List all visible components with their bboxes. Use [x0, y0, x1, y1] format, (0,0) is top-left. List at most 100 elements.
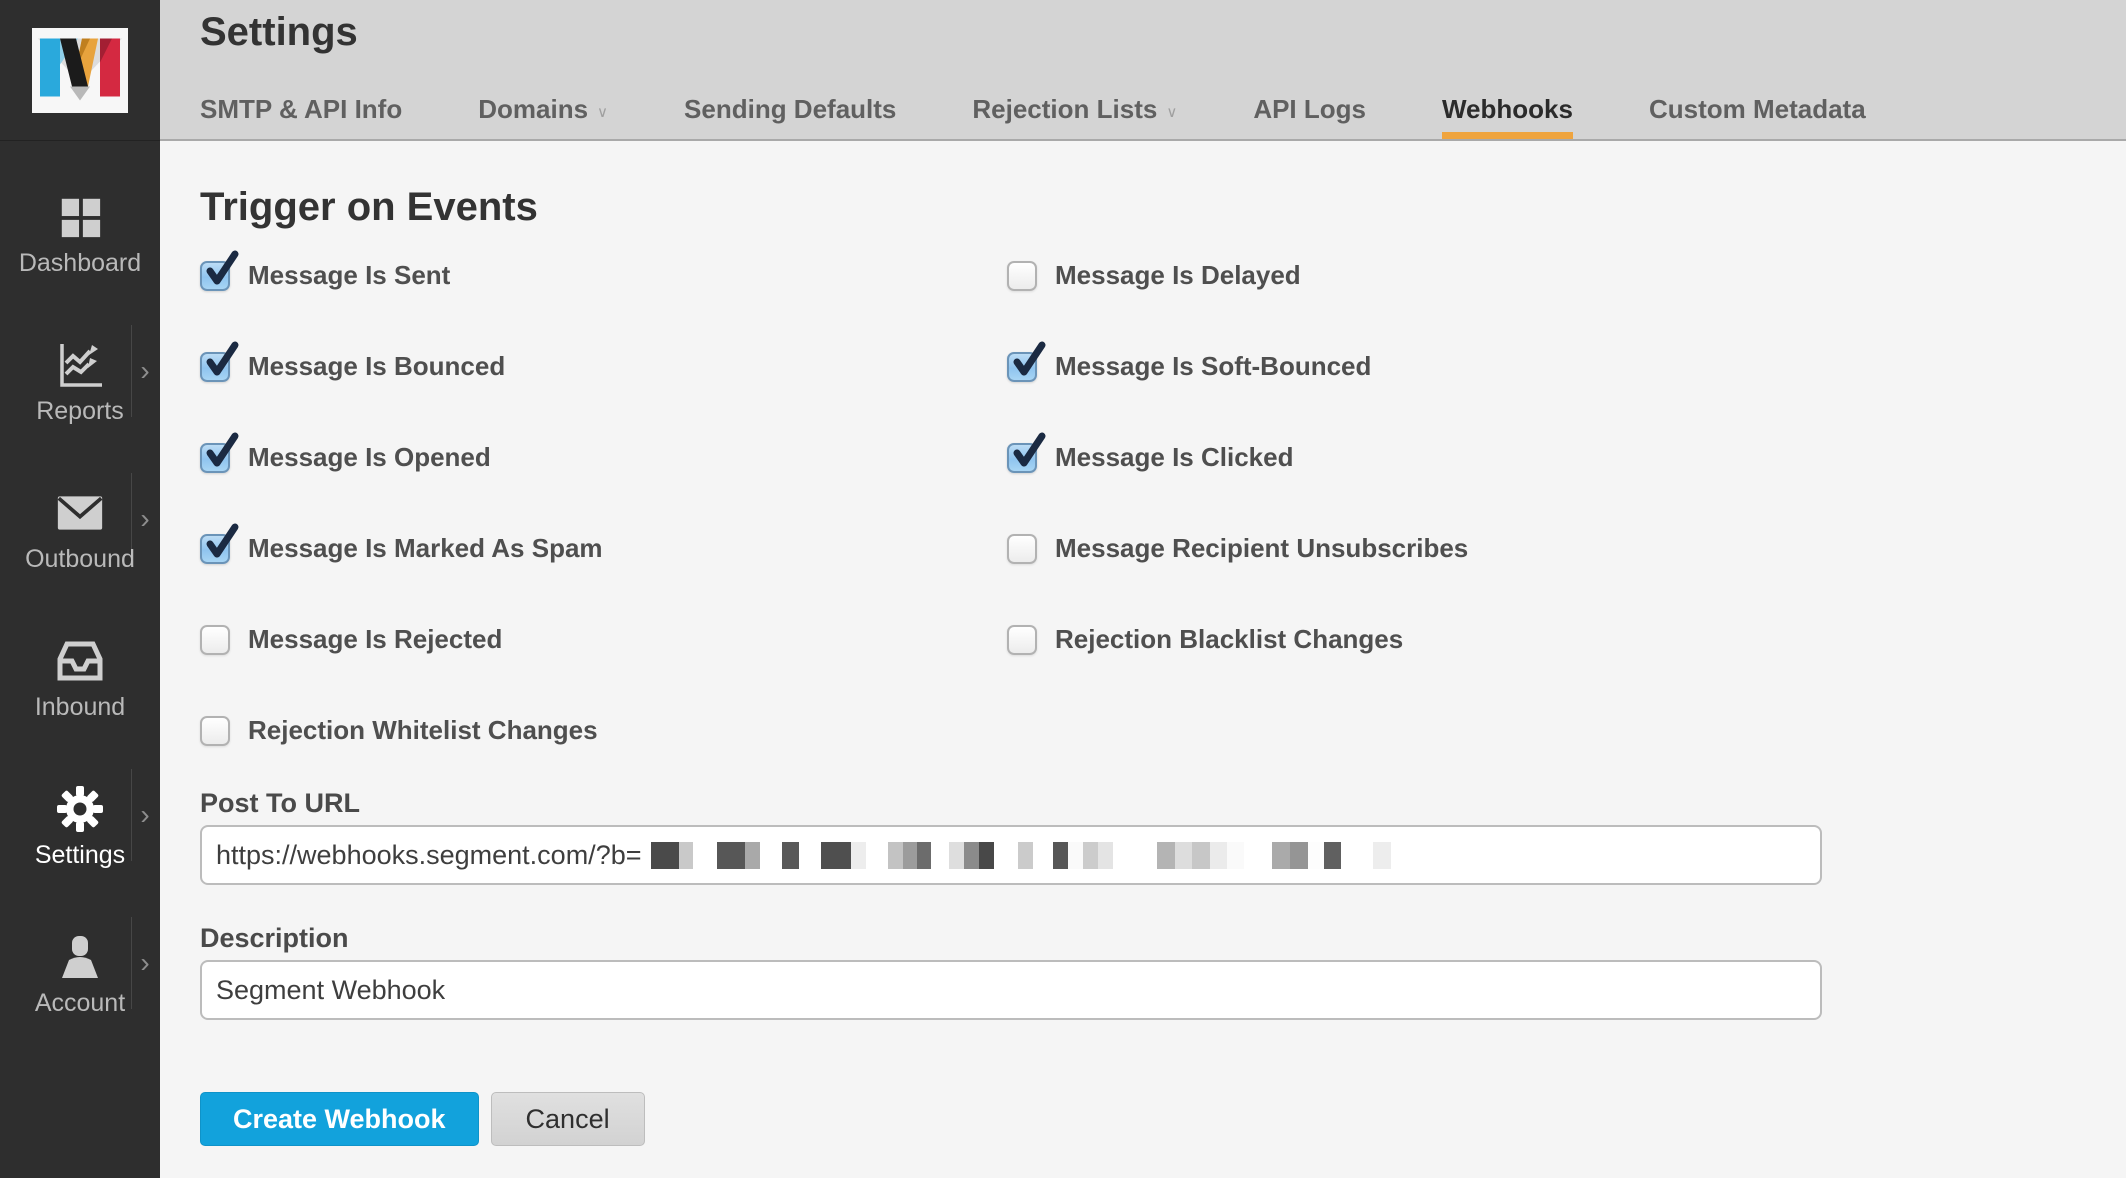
checkmark-icon — [1010, 341, 1046, 381]
redacted-url-blocks — [645, 842, 1391, 869]
chevron-right-icon[interactable]: › — [140, 949, 149, 977]
form-actions: Create Webhook Cancel — [200, 1092, 2126, 1146]
sidebar-rail: › — [131, 769, 158, 861]
page-header: Settings SMTP & API Info Domains∨ Sendin… — [160, 0, 2126, 141]
event-label: Message Is Rejected — [248, 624, 502, 655]
checkbox[interactable] — [200, 716, 230, 746]
tab-sending-defaults[interactable]: Sending Defaults — [684, 94, 896, 139]
redacted-block — [851, 842, 866, 869]
event-label: Message Is Sent — [248, 260, 450, 291]
checkmark-icon — [1010, 432, 1046, 472]
mandrill-logo[interactable] — [32, 28, 128, 113]
redacted-block — [888, 842, 903, 869]
section-heading: Trigger on Events — [200, 185, 2126, 230]
redacted-block — [1290, 842, 1308, 869]
tab-smtp-api-info[interactable]: SMTP & API Info — [200, 94, 402, 139]
sidebar-item-reports[interactable]: Reports › — [0, 309, 160, 457]
redacted-block — [903, 842, 917, 869]
sidebar-item-outbound[interactable]: Outbound › — [0, 457, 160, 605]
event-checkbox-row[interactable]: Message Is Clicked — [1007, 412, 1468, 503]
checkbox[interactable] — [200, 261, 230, 291]
chevron-down-icon: ∨ — [1166, 103, 1177, 121]
sidebar-rail: › — [131, 917, 158, 1009]
redacted-block — [679, 842, 693, 869]
event-label: Message Recipient Unsubscribes — [1055, 533, 1468, 564]
redacted-block — [964, 842, 979, 869]
sidebar-item-dashboard[interactable]: Dashboard — [0, 161, 160, 309]
sidebar-item-inbound[interactable]: Inbound — [0, 605, 160, 753]
create-webhook-button[interactable]: Create Webhook — [200, 1092, 479, 1146]
chevron-right-icon[interactable]: › — [140, 505, 149, 533]
redacted-block — [782, 842, 799, 869]
chevron-right-icon[interactable]: › — [140, 801, 149, 829]
checkbox[interactable] — [1007, 534, 1037, 564]
sidebar-item-label: Dashboard — [19, 249, 141, 278]
event-checkbox-row[interactable]: Message Is Bounced — [200, 321, 1007, 412]
event-checkbox-row[interactable]: Message Is Opened — [200, 412, 1007, 503]
redacted-block — [1210, 842, 1227, 869]
sidebar-item-label: Outbound — [25, 545, 135, 574]
redacted-block — [1157, 842, 1175, 869]
event-label: Rejection Whitelist Changes — [248, 715, 598, 746]
event-checkbox-row[interactable]: Message Is Soft-Bounced — [1007, 321, 1468, 412]
checkbox[interactable] — [1007, 352, 1037, 382]
redacted-block — [1053, 842, 1068, 869]
event-checkbox-row[interactable]: Message Is Rejected — [200, 594, 1007, 685]
tab-webhooks[interactable]: Webhooks — [1442, 94, 1573, 139]
tab-domains[interactable]: Domains∨ — [478, 94, 608, 139]
checkbox[interactable] — [200, 443, 230, 473]
tab-api-logs[interactable]: API Logs — [1253, 94, 1366, 139]
checkbox[interactable] — [200, 352, 230, 382]
sidebar-item-label: Inbound — [35, 693, 125, 722]
tab-custom-metadata[interactable]: Custom Metadata — [1649, 94, 1866, 139]
event-label: Message Is Marked As Spam — [248, 533, 603, 564]
event-label: Message Is Soft-Bounced — [1055, 351, 1371, 382]
description-input[interactable] — [200, 960, 1822, 1020]
chevron-down-icon: ∨ — [597, 103, 608, 121]
checkbox[interactable] — [200, 534, 230, 564]
event-checkbox-row[interactable]: Message Recipient Unsubscribes — [1007, 503, 1468, 594]
sidebar-rail: › — [131, 325, 158, 417]
post-to-url-input[interactable]: https://webhooks.segment.com/?b= — [200, 825, 1822, 885]
redacted-block — [745, 842, 760, 869]
redacted-block — [1308, 842, 1324, 869]
url-value-text: https://webhooks.segment.com/?b= — [216, 840, 642, 871]
event-checkbox-row[interactable]: Message Is Sent — [200, 230, 1007, 321]
checkbox[interactable] — [200, 625, 230, 655]
cancel-button[interactable]: Cancel — [491, 1092, 645, 1146]
event-checkbox-row[interactable]: Message Is Marked As Spam — [200, 503, 1007, 594]
redacted-block — [917, 842, 931, 869]
checkbox[interactable] — [1007, 261, 1037, 291]
sidebar-item-settings[interactable]: Settings › — [0, 753, 160, 901]
mandrill-m-icon — [32, 28, 128, 113]
redacted-block — [979, 842, 994, 869]
logo-area — [0, 0, 160, 141]
sidebar-item-label: Account — [35, 989, 125, 1018]
sidebar-rail: › — [131, 473, 158, 565]
redacted-block — [1068, 842, 1083, 869]
sidebar-item-label: Settings — [35, 841, 125, 870]
event-checkbox-row[interactable]: Rejection Whitelist Changes — [200, 685, 1007, 776]
checkbox[interactable] — [1007, 625, 1037, 655]
event-checkbox-row[interactable]: Message Is Delayed — [1007, 230, 1468, 321]
event-checkbox-row[interactable]: Rejection Blacklist Changes — [1007, 594, 1468, 685]
checkmark-icon — [203, 341, 239, 381]
event-label: Message Is Bounced — [248, 351, 505, 382]
chart-lines-icon — [56, 341, 104, 389]
redacted-block — [1192, 842, 1210, 869]
settings-tab-bar: SMTP & API Info Domains∨ Sending Default… — [200, 94, 1866, 139]
redacted-block — [1227, 842, 1244, 869]
chevron-right-icon[interactable]: › — [140, 357, 149, 385]
gear-icon — [56, 785, 104, 833]
sidebar-item-account[interactable]: Account › — [0, 901, 160, 1049]
post-to-url-label: Post To URL — [200, 788, 2126, 819]
redacted-block — [1373, 842, 1391, 869]
checkbox[interactable] — [1007, 443, 1037, 473]
redacted-block — [1324, 842, 1341, 869]
tab-rejection-lists[interactable]: Rejection Lists∨ — [972, 94, 1177, 139]
checkmark-icon — [203, 432, 239, 472]
redacted-block — [1175, 842, 1192, 869]
redacted-block — [821, 842, 851, 869]
redacted-block — [949, 842, 964, 869]
checkmark-icon — [203, 523, 239, 563]
